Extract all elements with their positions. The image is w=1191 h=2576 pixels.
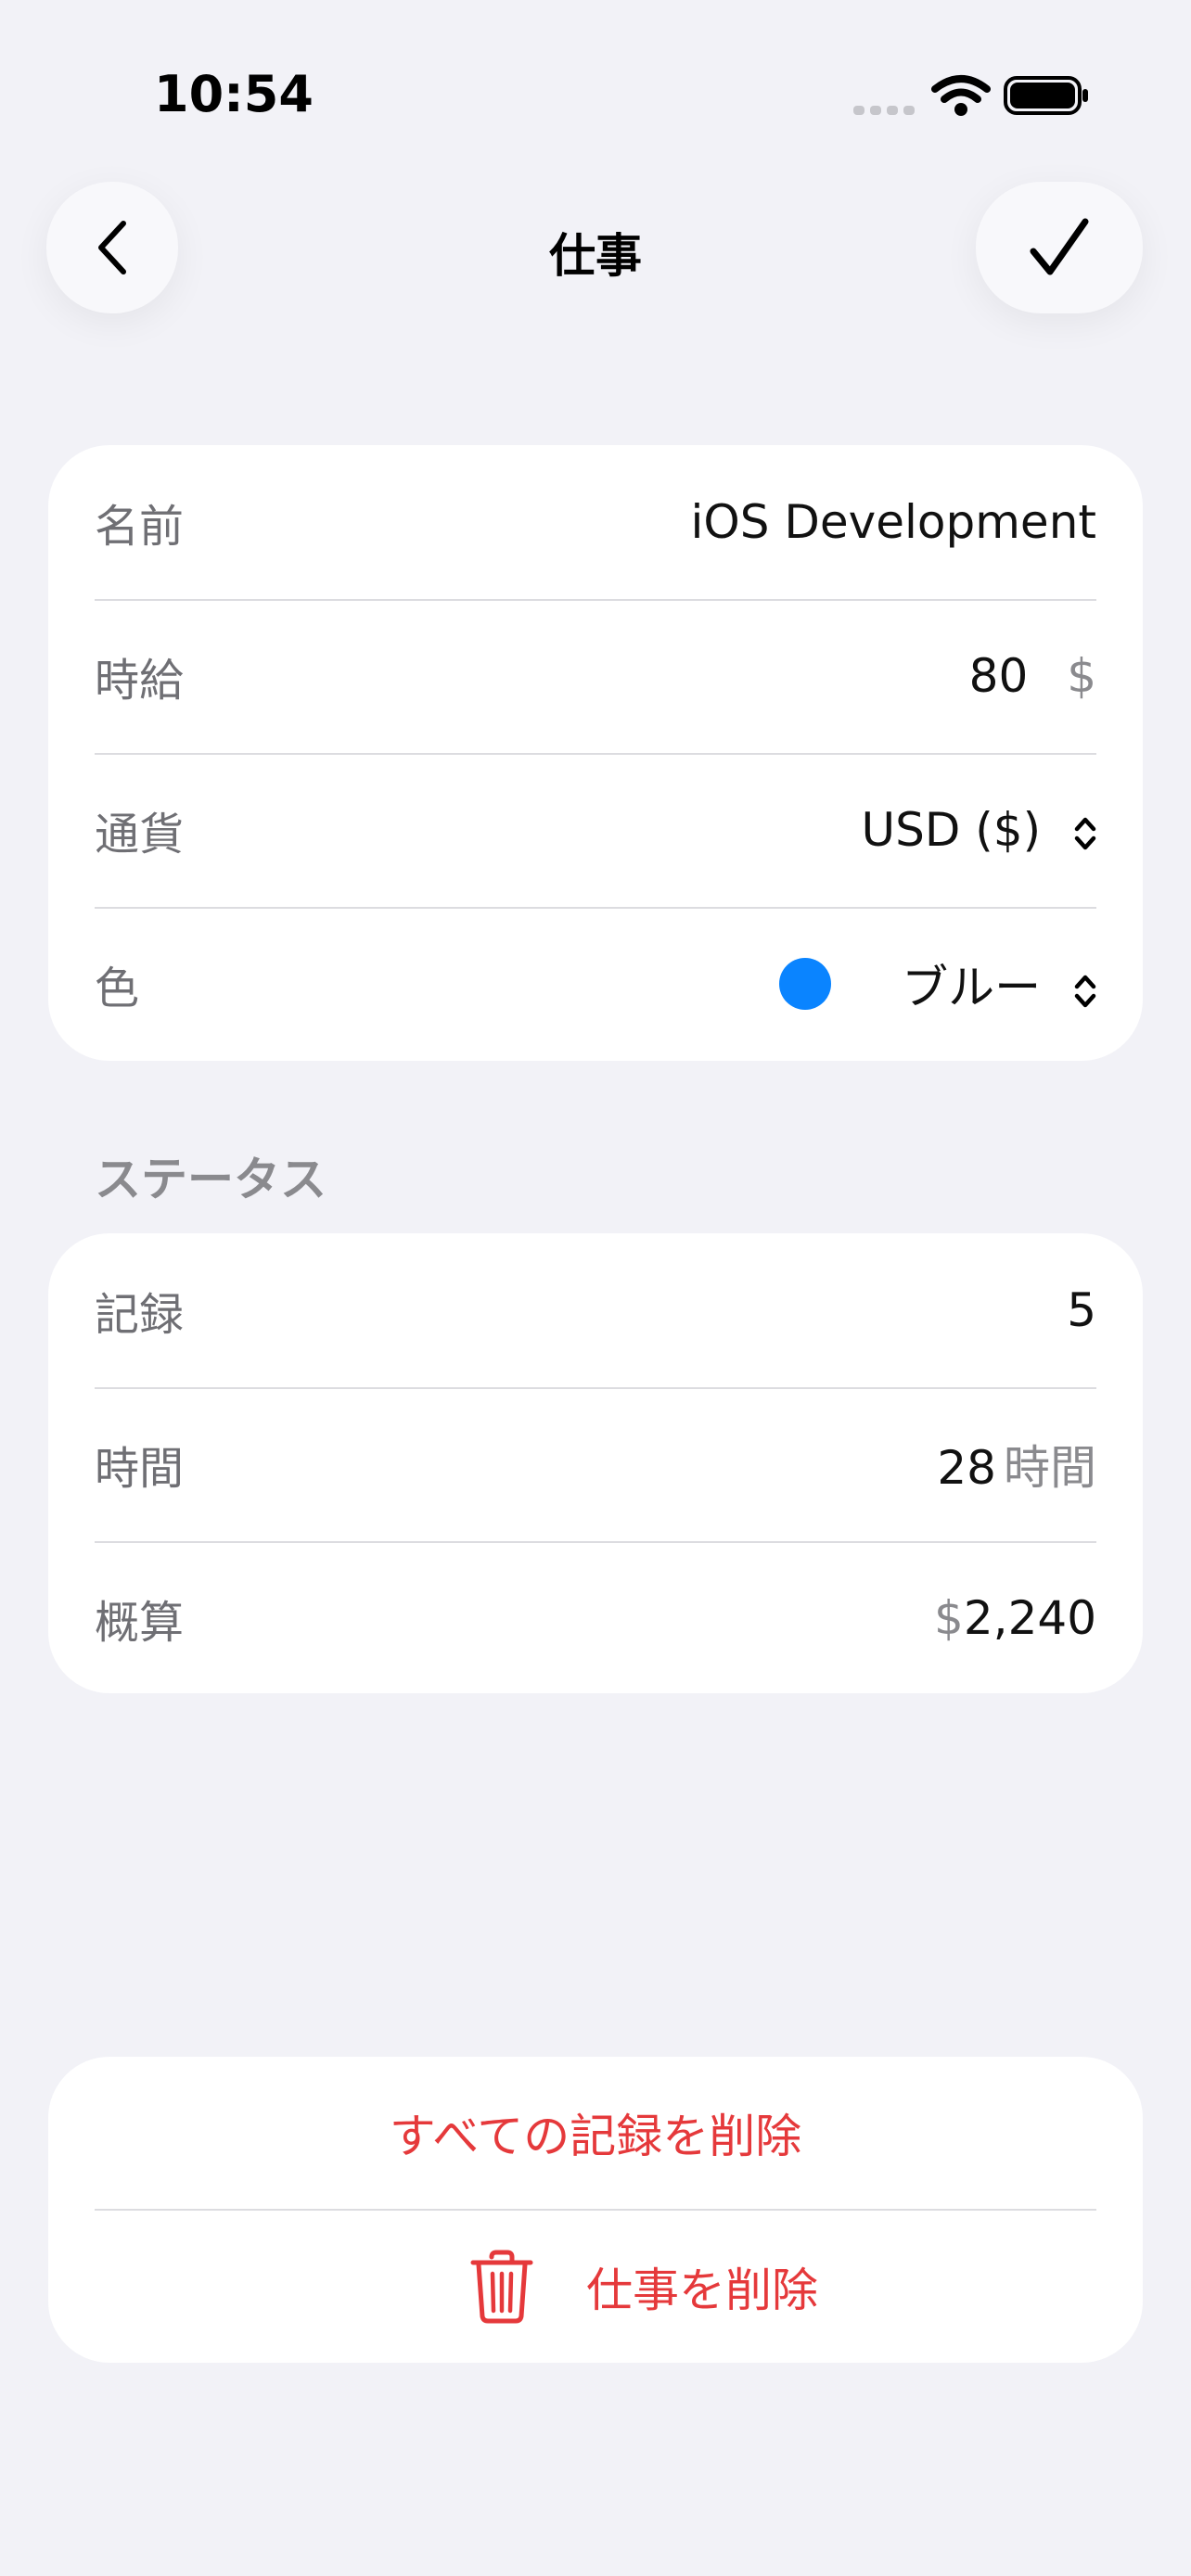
cellular-signal-icon	[853, 106, 915, 115]
estimate-value: 2,240	[963, 1591, 1096, 1645]
hours-unit: 時間	[1004, 1441, 1096, 1495]
status-time: 10:54	[154, 65, 314, 123]
chevron-up-down-icon	[1074, 975, 1096, 1007]
battery-icon	[1004, 76, 1088, 115]
hourly-rate-value[interactable]: 80 $	[969, 649, 1096, 703]
job-details-card: 名前 iOS Development 時給 80 $ 通貨 USD ($) 色 …	[48, 445, 1143, 1061]
trash-icon	[470, 2250, 533, 2324]
status-card: 記録 5 時間 28 時間 概算 $2,240	[48, 1233, 1143, 1693]
delete-job-label: 仕事を削除	[586, 2264, 818, 2317]
color-value: ブルー	[902, 961, 1042, 1014]
color-swatch	[779, 958, 831, 1010]
color-picker[interactable]: ブルー	[902, 950, 1096, 1017]
hourly-rate-row[interactable]: 時給 80 $	[95, 599, 1096, 755]
estimate-value-group: $2,240	[934, 1591, 1096, 1645]
currency-value: USD ($)	[861, 803, 1042, 857]
hourly-rate-unit: $	[1067, 649, 1096, 703]
wifi-icon	[931, 75, 991, 116]
color-label: 色	[95, 963, 140, 1014]
hours-label: 時間	[95, 1443, 185, 1495]
estimate-label: 概算	[95, 1597, 185, 1649]
name-field[interactable]: iOS Development	[691, 495, 1096, 549]
hours-row: 時間 28 時間	[95, 1387, 1096, 1543]
hourly-rate-field[interactable]: 80	[969, 649, 1029, 703]
delete-all-records-button[interactable]: すべての記録を削除	[95, 2057, 1096, 2211]
records-row: 記録 5	[95, 1233, 1096, 1389]
hourly-rate-label: 時給	[95, 655, 185, 707]
hours-value: 28	[937, 1441, 996, 1495]
name-label: 名前	[95, 501, 185, 553]
delete-all-records-label: すべての記録を削除	[389, 2110, 802, 2163]
delete-job-button[interactable]: 仕事を削除	[95, 2211, 1096, 2363]
danger-actions-card: すべての記録を削除 仕事を削除	[48, 2057, 1143, 2363]
hours-value-group: 28 時間	[937, 1431, 1096, 1498]
status-section-header: ステータス	[95, 1153, 327, 1206]
status-bar: 10:54	[0, 0, 1191, 185]
save-button[interactable]	[976, 182, 1143, 313]
currency-label: 通貨	[95, 809, 185, 861]
estimate-currency-symbol: $	[934, 1591, 964, 1645]
color-row[interactable]: 色 ブルー	[95, 907, 1096, 1061]
records-value: 5	[1067, 1283, 1096, 1337]
records-label: 記録	[95, 1289, 185, 1341]
checkmark-icon	[1030, 218, 1089, 275]
currency-picker[interactable]: USD ($)	[862, 803, 1096, 857]
chevron-up-down-icon	[1074, 817, 1096, 849]
currency-row[interactable]: 通貨 USD ($)	[95, 753, 1096, 909]
estimate-row: 概算 $2,240	[95, 1541, 1096, 1693]
name-row[interactable]: 名前 iOS Development	[95, 445, 1096, 601]
